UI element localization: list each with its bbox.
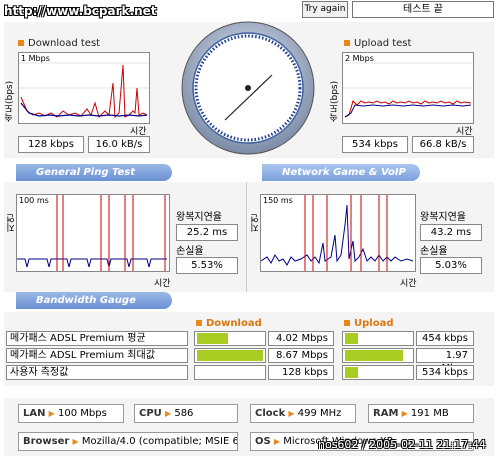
game-loss-value: 5.03%: [420, 257, 482, 274]
upload-chart: [343, 62, 473, 118]
try-again-button[interactable]: Try again: [302, 1, 348, 18]
watermark: http://www.bcpark.net: [4, 4, 157, 18]
download-value: 128 kbps: [268, 365, 334, 380]
game-graph: 150 ms: [260, 194, 416, 272]
download-bar-fill: [197, 333, 228, 344]
download-title-text: Download test: [28, 38, 101, 49]
bullet-icon: [18, 40, 24, 46]
ram-value: 191 MB: [410, 408, 449, 419]
lan-label: LAN: [23, 408, 46, 419]
download-bar: [194, 348, 266, 363]
speedometer-gauge: MBPS: [181, 21, 315, 155]
lan-info: LAN ▶ 100 Mbps: [18, 404, 124, 423]
download-value: 4.02 Mbps: [268, 331, 334, 346]
bandwidth-row-label: 메가패스 ADSL Premium 최대값: [6, 348, 188, 363]
ping-rtt-value: 25.2 ms: [176, 224, 238, 241]
download-bar-fill: [197, 350, 263, 361]
ram-info: RAM ▶ 191 MB: [368, 404, 474, 423]
bandwidth-upload-header: Upload: [344, 318, 393, 329]
upload-bar: [342, 331, 414, 346]
download-value: 8.67 Mbps: [268, 348, 334, 363]
download-header-text: Download: [206, 318, 262, 329]
game-xlabel: 시간: [400, 279, 417, 289]
browser-value: Mozilla/4.0 (compatible; MSIE 6.0: [81, 436, 238, 447]
upload-header-text: Upload: [354, 318, 394, 329]
upload-bar: [342, 365, 414, 380]
ping-xlabel: 시간: [154, 279, 171, 289]
game-loss-label: 손실율: [420, 246, 448, 257]
download-kbs: 16.0 kB/s: [88, 136, 150, 153]
bandwidth-row-label: 메가패스 ADSL Premium 평균: [6, 331, 188, 346]
download-ylabel: 속도(bps): [5, 80, 15, 122]
bullet-icon: [344, 320, 350, 326]
ping-graph: 100 ms: [16, 194, 170, 272]
upload-bar-fill: [345, 367, 358, 378]
arrow-icon: ▶: [401, 409, 408, 418]
panel-divider: [246, 182, 247, 292]
upload-bar: [342, 348, 414, 363]
cpu-info: CPU ▶ 586: [134, 404, 238, 423]
arrow-icon: ▶: [164, 409, 172, 418]
browser-label: Browser: [23, 436, 70, 447]
os-label: OS: [255, 436, 271, 447]
browser-info: Browser ▶ Mozilla/4.0 (compatible; MSIE …: [18, 432, 238, 451]
upload-bar-fill: [345, 350, 403, 361]
upload-kbs: 66.8 kB/s: [412, 136, 474, 153]
upload-value: 1.97 Mbps: [416, 348, 474, 374]
download-bar: [194, 331, 266, 346]
arrow-icon: ▶: [273, 437, 281, 446]
upload-ylabel: 속도(bps): [330, 80, 340, 122]
upload-bar-fill: [345, 333, 358, 344]
download-chart: [19, 62, 149, 119]
download-graph: 1 Mbps: [18, 52, 150, 124]
download-bar: [194, 365, 266, 380]
lan-value: 100 Mbps: [58, 408, 107, 419]
bullet-icon: [344, 40, 350, 46]
ram-label: RAM: [373, 408, 399, 419]
tab-general-ping[interactable]: General Ping Test: [16, 164, 172, 181]
footer-stamp: nos602 / 2005-02-11 21:17:44: [318, 438, 486, 451]
tab-network-game[interactable]: Network Game & VoIP Test: [262, 164, 420, 195]
upload-kbps: 534 kbps: [342, 136, 408, 153]
game-rtt-label: 왕복지연율: [420, 212, 466, 223]
arrow-icon: ▶: [72, 437, 79, 446]
ping-chart: [17, 195, 167, 271]
clock-label: Clock: [255, 408, 286, 419]
ping-loss-value: 5.53%: [176, 257, 238, 274]
bandwidth-download-header: Download: [196, 318, 262, 329]
end-test-button[interactable]: 테스트 끝: [352, 1, 494, 18]
arrow-icon: ▶: [48, 409, 55, 418]
bandwidth-row-label: 사용자 측정값: [6, 365, 188, 380]
tab-bandwidth-gauge[interactable]: Bandwidth Gauge: [16, 292, 172, 309]
svg-text:MBPS: MBPS: [241, 38, 255, 44]
speedometer: MBPS: [180, 20, 316, 156]
cpu-label: CPU: [139, 408, 162, 419]
game-chart: [261, 195, 414, 271]
clock-value: 499 MHz: [297, 408, 342, 419]
ping-loss-label: 손실율: [176, 246, 204, 257]
clock-info: Clock ▶ 499 MHz: [250, 404, 356, 423]
ping-rtt-label: 왕복지연율: [176, 212, 222, 223]
upload-title: Upload test: [344, 38, 411, 49]
cpu-value: 586: [174, 408, 194, 419]
download-title: Download test: [18, 38, 100, 49]
upload-graph: 2 Mbps: [342, 52, 474, 124]
upload-value: 454 kbps: [416, 331, 474, 346]
arrow-icon: ▶: [288, 409, 295, 418]
bullet-icon: [196, 320, 202, 326]
game-rtt-value: 43.2 ms: [420, 224, 482, 241]
upload-value: 534 kbps: [416, 365, 474, 380]
download-kbps: 128 kbps: [18, 136, 84, 153]
upload-title-text: Upload test: [354, 38, 412, 49]
